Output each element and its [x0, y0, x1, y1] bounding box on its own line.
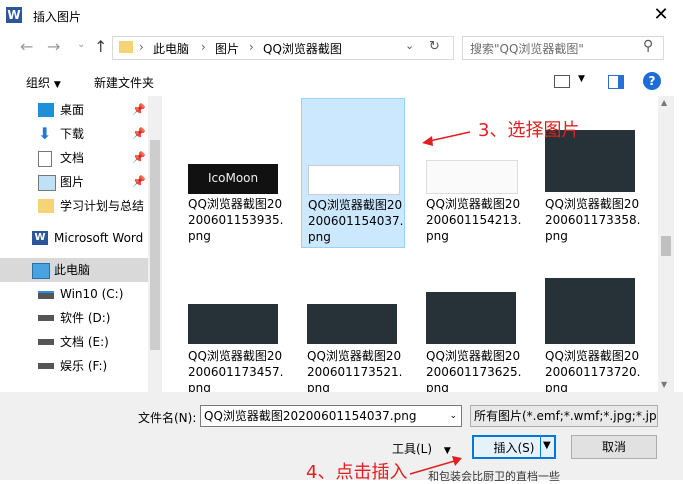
step3-arrowhead: [422, 136, 433, 146]
background-document-text: 和包装会比厨卫的直档一些: [428, 470, 560, 483]
step4-arrowhead: [452, 456, 462, 466]
step4-annotation: 4、点击插入: [306, 462, 408, 483]
step3-annotation: 3、选择图片: [478, 120, 580, 141]
annotation-layer: [409, 131, 471, 475]
